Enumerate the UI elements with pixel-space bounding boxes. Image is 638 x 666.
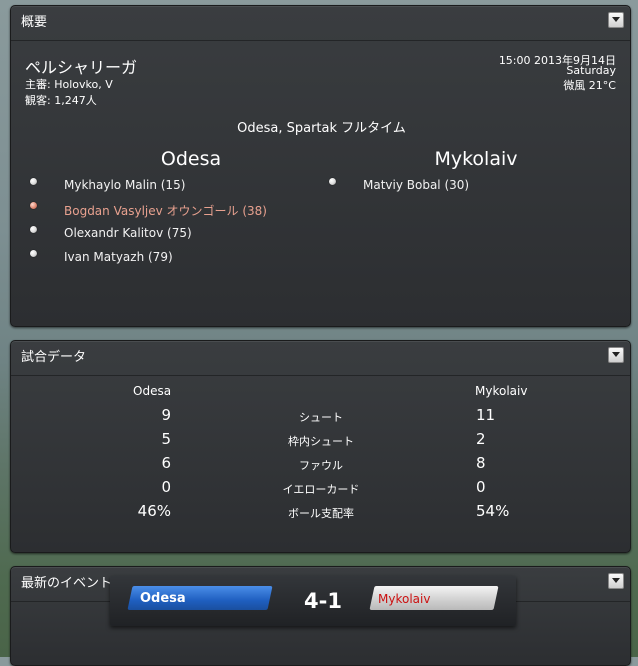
stat-label: 枠内シュート — [288, 435, 354, 448]
stat-home-value: 5 — [161, 430, 171, 448]
match-stats-header: 試合データ — [11, 341, 630, 376]
competition-name: ペルシャリーガ — [25, 58, 138, 77]
stats-away-team: Mykolaiv — [475, 384, 528, 398]
match-weekday: Saturday — [566, 64, 616, 77]
stat-label: シュート — [299, 411, 343, 424]
stat-label: ファウル — [299, 459, 343, 472]
match-weather: 微風 21°C — [563, 79, 616, 92]
goal-ball-icon — [30, 226, 37, 233]
home-scorer-own-goal: Bogdan Vasyljev オウンゴール (38) — [64, 204, 267, 218]
stat-away-value: 0 — [476, 478, 486, 496]
away-scorer: Matviy Bobal (30) — [363, 178, 470, 192]
goal-ball-icon — [30, 250, 37, 257]
attendance-label: 観客 — [25, 94, 47, 107]
stats-home-team: Odesa — [133, 384, 172, 398]
home-team-name: Odesa — [160, 148, 222, 170]
stat-home-value: 9 — [161, 406, 171, 424]
scoreboard-overlay: Odesa 4-1 Mykolaiv — [110, 576, 516, 626]
match-stats-panel: 試合データ Odesa Mykolaiv 9 シュート 11 5 枠内シュート … — [10, 340, 631, 553]
stat-home-value: 6 — [161, 454, 171, 472]
summary-panel: 概要 ペルシャリーガ 主審: Holovko, V 観客: 1,247人 15:… — [10, 5, 631, 327]
stat-label: イエローカード — [282, 483, 360, 496]
stat-label: ボール支配率 — [288, 507, 354, 520]
scoreboard-home-team: Odesa — [140, 591, 186, 606]
stat-home-value: 46% — [137, 502, 171, 520]
own-goal-ball-icon — [30, 202, 37, 209]
stat-away-value: 2 — [476, 430, 486, 448]
stat-away-value: 54% — [476, 502, 510, 520]
referee-name: Holovko, V — [54, 78, 113, 91]
goal-ball-icon — [30, 178, 37, 185]
away-team-name: Mykolaiv — [434, 148, 518, 170]
stat-home-value: 0 — [161, 478, 171, 496]
referee-line: 主審: Holovko, V — [25, 78, 113, 91]
summary-header: 概要 — [11, 6, 630, 41]
latest-events-collapse-button[interactable] — [608, 573, 624, 589]
match-stats-collapse-button[interactable] — [608, 347, 624, 363]
home-scorer: Ivan Matyazh (79) — [64, 250, 173, 264]
home-scorer: Olexandr Kalitov (75) — [64, 226, 192, 240]
scoreboard-away-team: Mykolaiv — [378, 592, 431, 606]
referee-label: 主審 — [25, 78, 47, 91]
summary-collapse-button[interactable] — [608, 12, 624, 28]
scoreboard-score: 4-1 — [304, 589, 342, 613]
result-line: Odesa, Spartak フルタイム — [237, 121, 406, 136]
stat-away-value: 8 — [476, 454, 486, 472]
goal-ball-icon — [329, 178, 336, 185]
attendance-line: 観客: 1,247人 — [25, 94, 97, 107]
home-scorer: Mykhaylo Malin (15) — [64, 178, 186, 192]
attendance-value: 1,247人 — [54, 94, 97, 107]
stat-away-value: 11 — [476, 406, 496, 424]
